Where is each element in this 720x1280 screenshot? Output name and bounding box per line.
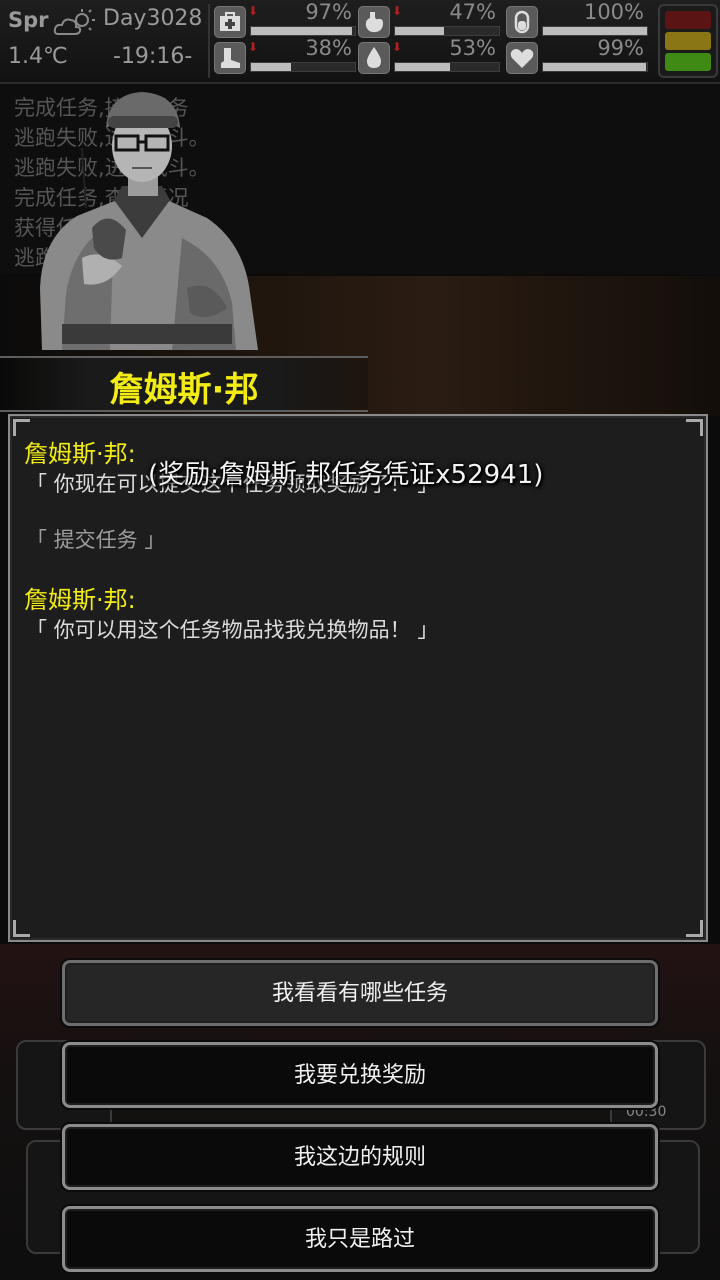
redeem-reward-button[interactable]: 我要兑换奖励 [62, 1042, 658, 1108]
stomach-icon [358, 6, 390, 38]
dialog-speaker: 詹姆斯·邦: [24, 586, 136, 614]
bladder-icon [506, 6, 538, 38]
alert-green-light [665, 53, 711, 71]
partly-cloudy-icon [53, 9, 95, 35]
day-counter: Day3028 [103, 6, 203, 31]
status-divider [208, 4, 210, 78]
water-drop-icon [358, 42, 390, 74]
mood-value: 99% [597, 36, 644, 60]
hunger-value: 47% [449, 0, 496, 24]
reward-notification: (奖励:詹姆斯.邦任务凭证x52941) [148, 460, 544, 490]
health-stat: ⬇ 97% [214, 0, 356, 38]
dialog-speaker: 詹姆斯·邦: [24, 440, 136, 468]
npc-name-plate: 詹姆斯·邦 [0, 356, 368, 412]
stamina-stat: ⬇ 38% [214, 36, 356, 74]
dialog-panel[interactable]: 詹姆斯·邦: 「 你现在可以提交这个任务领取奖励了！ 」 「 提交任务 」 詹姆… [8, 414, 708, 942]
medkit-icon [214, 6, 246, 38]
npc-portrait [40, 92, 258, 350]
player-dialog-line: 「 提交任务 」 [26, 528, 166, 552]
npc-dialog-line: 「 你可以用这个任务物品找我兑换物品！ 」 [26, 618, 439, 642]
clock-label: -19:16- [113, 44, 193, 69]
hunger-stat: ⬇ 47% [358, 0, 500, 38]
panel-corner [686, 419, 703, 436]
panel-corner [13, 920, 30, 937]
hunger-bar [394, 26, 500, 36]
health-value: 97% [305, 0, 352, 24]
alert-yellow-light [665, 32, 711, 50]
rules-button[interactable]: 我这边的规则 [62, 1124, 658, 1190]
decrease-arrow-icon: ⬇ [392, 40, 403, 54]
stamina-bar [250, 62, 356, 72]
bladder-stat: 100% [506, 0, 648, 38]
status-bar: Spr 1.4℃ Day3028 -19:16- ⬇ 97% ⬇ 47% 100… [0, 0, 720, 84]
panel-corner [686, 920, 703, 937]
season-label: Spr [8, 8, 49, 32]
thirst-value: 53% [449, 36, 496, 60]
heart-icon [506, 42, 538, 74]
decrease-arrow-icon: ⬇ [248, 40, 259, 54]
temperature-label: 1.4℃ [8, 44, 68, 69]
health-bar [250, 26, 356, 36]
decrease-arrow-icon: ⬇ [392, 4, 403, 18]
mood-bar [542, 62, 648, 72]
stamina-value: 38% [305, 36, 352, 60]
alert-red-light [665, 11, 711, 29]
decrease-arrow-icon: ⬇ [248, 4, 259, 18]
view-quests-button[interactable]: 我看看有哪些任务 [62, 960, 658, 1026]
mood-stat: 99% [506, 36, 648, 74]
thirst-stat: ⬇ 53% [358, 36, 500, 74]
bladder-value: 100% [583, 0, 644, 24]
npc-name: 詹姆斯·邦 [109, 370, 259, 410]
bladder-bar [542, 26, 648, 36]
just-passing-button[interactable]: 我只是路过 [62, 1206, 658, 1272]
boot-icon [214, 42, 246, 74]
alert-level-indicator[interactable] [658, 4, 718, 78]
thirst-bar [394, 62, 500, 72]
